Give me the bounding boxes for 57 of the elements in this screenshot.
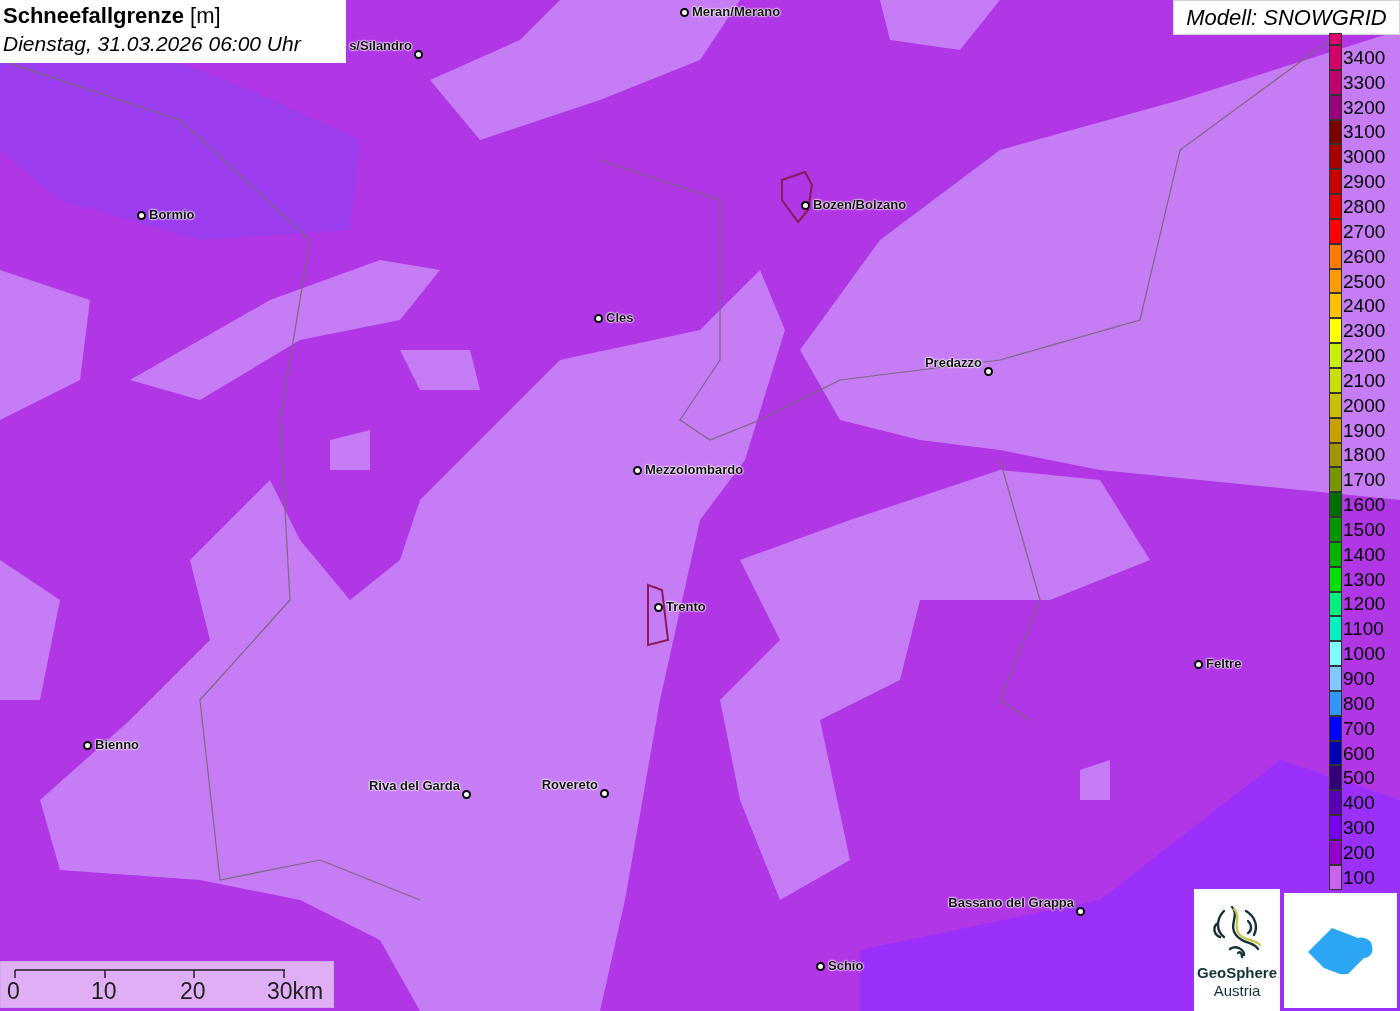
city-label: Riva del Garda	[368, 779, 460, 792]
city-label: Mezzolombardo	[645, 463, 744, 476]
legend-label: 3200	[1343, 97, 1386, 117]
city-label: Predazzo	[924, 356, 982, 369]
legend-label: 2800	[1343, 197, 1386, 216]
map-title: Schneefallgrenze [m]	[3, 2, 222, 30]
legend-label: 2700	[1343, 221, 1386, 241]
legend-label: 3100	[1343, 122, 1386, 142]
legend-label: 400	[1343, 793, 1375, 813]
city-label: Bassano del Grappa	[948, 896, 1074, 909]
legend-label: 1500	[1343, 519, 1386, 539]
legend-label: 1400	[1343, 544, 1386, 564]
legend-label: 2900	[1343, 172, 1386, 192]
city-label: Bormio	[149, 208, 195, 221]
legend-label: 1800	[1343, 445, 1386, 465]
legend-label: 500	[1343, 768, 1375, 788]
legend-label: 1700	[1343, 470, 1386, 490]
city-label: s/Silandro	[349, 39, 412, 52]
legend-label: 1300	[1343, 569, 1386, 589]
legend-label: 2300	[1343, 321, 1386, 341]
city-label: Schio	[828, 959, 864, 972]
legend-label: 2100	[1343, 370, 1386, 390]
legend-label: 1900	[1343, 420, 1386, 440]
legend-label: 300	[1343, 818, 1375, 838]
logo-name: GeoSphere	[1197, 965, 1277, 980]
legend-label: 3400	[1343, 47, 1386, 67]
date-time-label: Dienstag, 31.03.2026 06:00 Uhr	[3, 31, 303, 57]
logo-subtitle: Austria	[1213, 983, 1261, 998]
scale-label: 10	[91, 980, 117, 1003]
city-label: Cles	[606, 311, 634, 324]
legend-label: 2000	[1343, 395, 1386, 415]
city-label: Rovereto	[541, 778, 598, 791]
legend-label: 1100	[1343, 619, 1384, 639]
city-label: Meran/Merano	[692, 5, 781, 18]
legend-label: 200	[1343, 842, 1375, 862]
legend-label: 2200	[1343, 346, 1386, 366]
legend-label: 900	[1343, 669, 1375, 688]
scale-label: 20	[180, 980, 206, 1003]
legend-label: 1200	[1343, 594, 1386, 614]
city-label: Bozen/Bolzano	[813, 198, 907, 211]
legend-label: 800	[1343, 693, 1375, 713]
city-label: Bienno	[95, 738, 140, 751]
legend-label: 2400	[1343, 296, 1386, 316]
legend-label: 600	[1343, 743, 1375, 763]
legend-label: 2500	[1343, 271, 1386, 291]
legend-label: 3000	[1343, 147, 1386, 167]
model-label: Modell: SNOWGRID	[1173, 0, 1400, 35]
scale-label: 30km	[267, 980, 324, 1003]
legend-label: 1000	[1343, 644, 1386, 664]
city-label: Feltre	[1206, 657, 1242, 670]
legend-label: 3300	[1343, 72, 1386, 92]
city-label: Trento	[666, 600, 706, 613]
legend-label: 2600	[1343, 246, 1386, 266]
legend-label: 700	[1343, 718, 1375, 738]
legend-label: 1600	[1343, 495, 1386, 515]
scale-label: 0	[7, 980, 20, 1003]
legend-label: 100	[1343, 867, 1375, 887]
